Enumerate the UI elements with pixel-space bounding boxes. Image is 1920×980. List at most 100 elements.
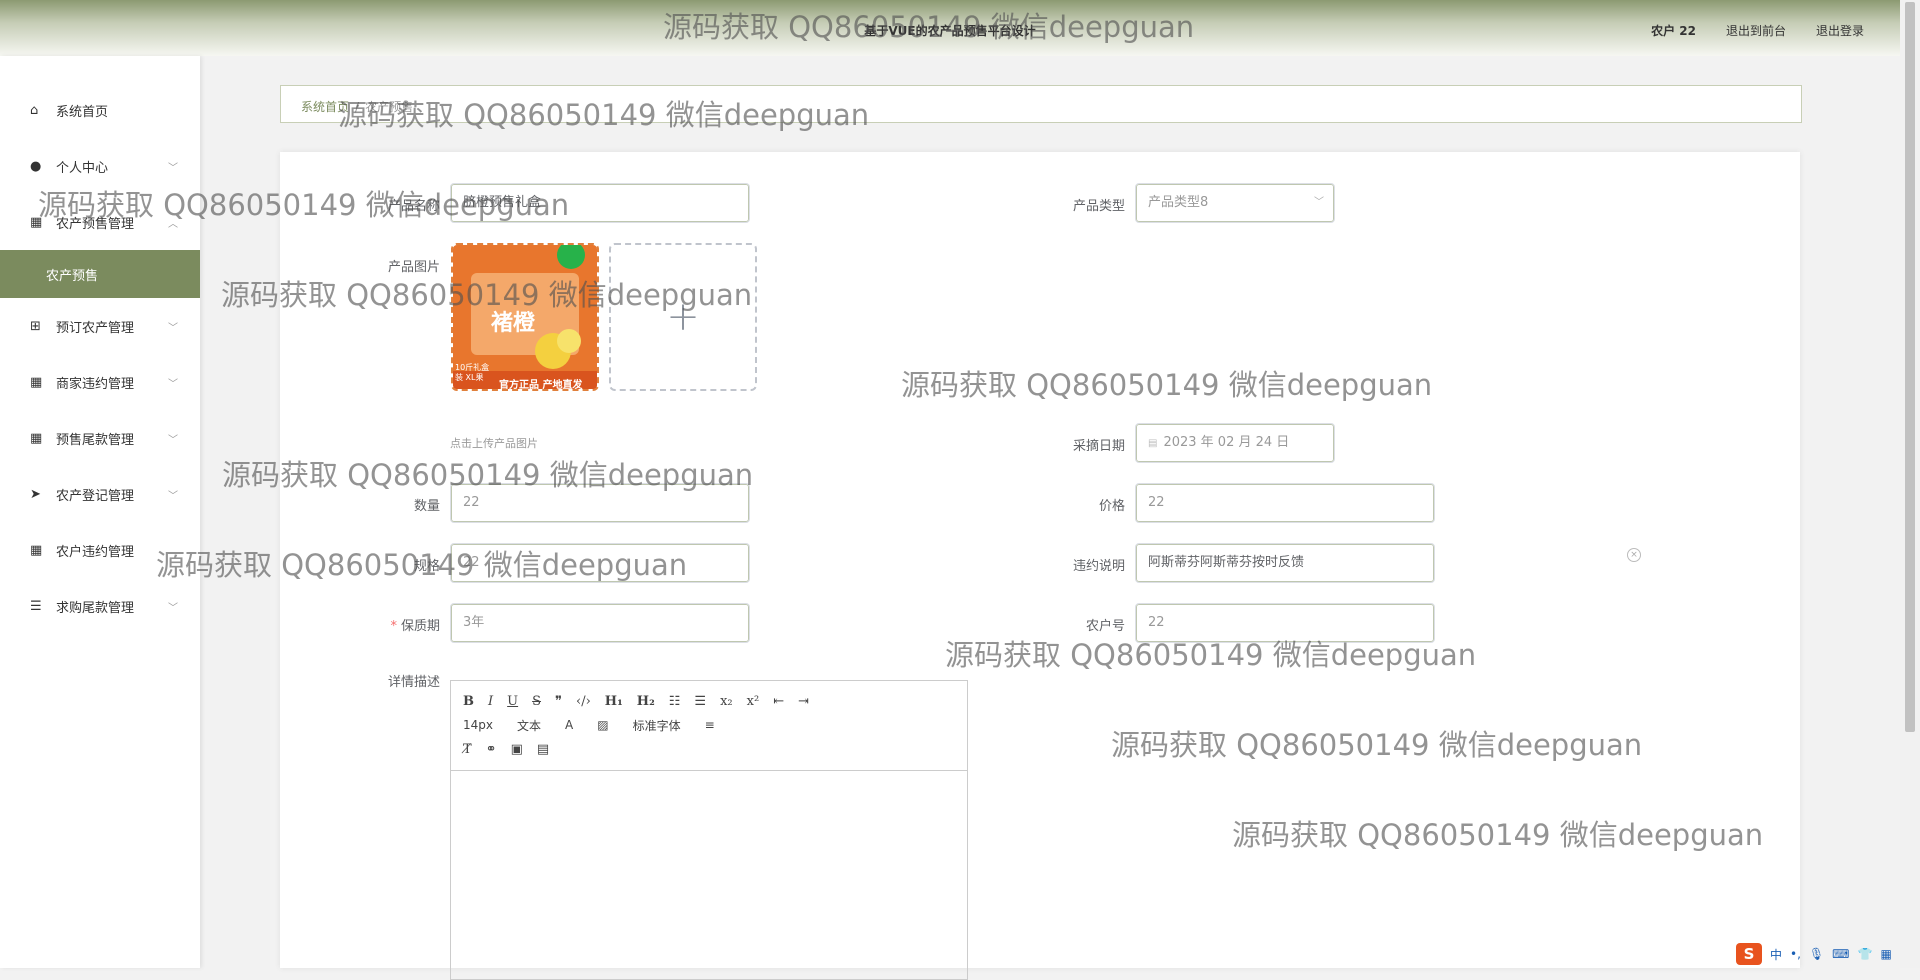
sidebar-item-personal-center[interactable]: ● 个人中心 ﹀ bbox=[0, 138, 200, 194]
breadcrumb-home[interactable]: 系统首页 bbox=[301, 100, 349, 114]
chevron-down-icon: ﹀ bbox=[1314, 197, 1324, 208]
strike-button[interactable]: S bbox=[532, 694, 541, 709]
product-name-input[interactable]: 脐橙预售礼盒 bbox=[450, 183, 750, 223]
text-format-select[interactable]: 文本 bbox=[517, 717, 541, 734]
send-icon: ➤ bbox=[30, 486, 41, 502]
sidebar-item-reservation-management[interactable]: ⊞ 预订农产管理 ﹀ bbox=[0, 298, 200, 354]
clear-format-icon[interactable]: T̸ bbox=[463, 742, 472, 757]
farmer-no-input[interactable]: 22 bbox=[1135, 603, 1435, 643]
breach-note-input[interactable]: 阿斯蒂芬阿斯蒂芬按时反馈 bbox=[1135, 543, 1435, 583]
product-image-title: 褚橙 bbox=[491, 311, 536, 336]
keyboard-icon[interactable]: ⌨ bbox=[1832, 947, 1849, 961]
sidebar-item-presale-management[interactable]: ▦ 农产预售管理 ︿ bbox=[0, 194, 200, 250]
sidebar-item-merchant-breach[interactable]: ▦ 商家违约管理 ﹀ bbox=[0, 354, 200, 410]
rich-text-editor: B I U S ❞ ‹/› H₁ H₂ ☷ ☰ x₂ x² ⇤ ⇥ 14px 文… bbox=[450, 680, 968, 980]
plus-icon: + bbox=[666, 294, 700, 340]
italic-button[interactable]: I bbox=[488, 694, 493, 709]
heading1-button[interactable]: H₁ bbox=[605, 694, 623, 709]
chevron-down-icon: ﹀ bbox=[168, 434, 178, 446]
price-label: 价格 bbox=[1098, 499, 1125, 514]
subscript-button[interactable]: x₂ bbox=[720, 694, 733, 709]
heading2-button[interactable]: H₂ bbox=[637, 694, 655, 709]
bold-button[interactable]: B bbox=[463, 694, 474, 709]
product-type-value: 产品类型8 bbox=[1148, 195, 1209, 210]
list-icon: ☰ bbox=[30, 598, 42, 614]
sidebar-item-farmer-breach[interactable]: ▦ 农户违约管理 bbox=[0, 522, 200, 578]
sogou-logo: S bbox=[1736, 943, 1762, 965]
product-image-label: 产品图片 bbox=[387, 260, 440, 275]
background-color-icon[interactable]: ▨ bbox=[597, 718, 608, 732]
clear-input-icon[interactable]: × bbox=[1627, 548, 1641, 562]
upload-hint: 点击上传产品图片 bbox=[450, 437, 538, 450]
upload-add-button[interactable]: + bbox=[609, 243, 757, 391]
product-name-label: 产品名称 bbox=[387, 199, 440, 214]
price-input[interactable]: 22 bbox=[1135, 483, 1435, 523]
link-icon[interactable]: ⚭ bbox=[486, 742, 497, 757]
sidebar-menu: ⌂ 系统首页 ● 个人中心 ﹀ ▦ 农产预售管理 ︿ 农产预售 ⊞ 预订农产管理… bbox=[0, 56, 200, 968]
sidebar-item-purchase-balance[interactable]: ☰ 求购尾款管理 ﹀ bbox=[0, 578, 200, 634]
font-family-select[interactable]: 标准字体 bbox=[633, 717, 681, 734]
grid-icon: ▦ bbox=[30, 542, 43, 558]
ime-toolbar[interactable]: S 中 •, 🎙 ⌨ 👕 ▦ bbox=[1736, 943, 1892, 965]
ime-language[interactable]: 中 bbox=[1770, 946, 1782, 963]
punctuation-icon[interactable]: •, bbox=[1790, 947, 1801, 961]
quantity-label: 数量 bbox=[413, 499, 440, 514]
shelf-life-label-text: 保质期 bbox=[400, 619, 440, 634]
sidebar-item-home[interactable]: ⌂ 系统首页 bbox=[0, 82, 200, 138]
toolbox-icon[interactable]: ▦ bbox=[1880, 947, 1891, 961]
editor-content-area[interactable] bbox=[451, 771, 967, 979]
superscript-button[interactable]: x² bbox=[747, 694, 760, 709]
product-type-label: 产品类型 bbox=[1072, 199, 1125, 214]
chevron-up-icon: ︿ bbox=[168, 218, 178, 230]
page-scrollbar[interactable] bbox=[1900, 0, 1920, 968]
blockquote-button[interactable]: ❞ bbox=[555, 694, 562, 709]
quantity-input[interactable]: 22 bbox=[450, 483, 750, 523]
indent-icon[interactable]: ⇥ bbox=[798, 694, 809, 709]
header-nav: 农户 22 退出到前台 退出登录 bbox=[1651, 22, 1864, 39]
shelf-life-input[interactable]: 3年 bbox=[450, 603, 750, 643]
pick-date-picker[interactable]: ▤ 2023 年 02 月 24 日 bbox=[1135, 423, 1335, 463]
logout-link[interactable]: 退出登录 bbox=[1816, 22, 1864, 39]
home-icon: ⌂ bbox=[30, 102, 39, 118]
outdent-icon[interactable]: ⇤ bbox=[773, 694, 784, 709]
product-image-badge: 官方正品 产地直发 bbox=[499, 380, 583, 391]
microphone-icon[interactable]: 🎙 bbox=[1809, 947, 1824, 961]
font-color-icon[interactable]: A bbox=[565, 718, 573, 732]
skin-icon[interactable]: 👕 bbox=[1857, 947, 1872, 961]
product-image-thumbnail[interactable]: 褚橙 10斤礼盒装 XL果 官方正品 产地直发 bbox=[451, 243, 599, 391]
grid-icon: ▦ bbox=[30, 374, 43, 390]
font-size-select[interactable]: 14px bbox=[463, 718, 493, 732]
presale-form: 产品名称 脐橙预售礼盒 产品类型 产品类型8 ﹀ 产品图片 褚橙 10斤礼盒装 … bbox=[280, 152, 1800, 980]
back-to-front-link[interactable]: 退出到前台 bbox=[1726, 22, 1786, 39]
breach-note-label: 违约说明 bbox=[1072, 559, 1125, 574]
product-type-select[interactable]: 产品类型8 ﹀ bbox=[1135, 183, 1335, 223]
sidebar-item-presale-balance[interactable]: ▦ 预售尾款管理 ﹀ bbox=[0, 410, 200, 466]
user-icon: ● bbox=[30, 158, 42, 174]
top-header: 基于VUE的农产品预售平台设计 农户 22 退出到前台 退出登录 bbox=[0, 0, 1900, 56]
chevron-down-icon: ﹀ bbox=[168, 162, 178, 174]
breadcrumb: 系统首页 / 农产预售 bbox=[280, 85, 1802, 123]
scrollbar-thumb[interactable] bbox=[1905, 2, 1915, 732]
video-icon[interactable]: ▤ bbox=[537, 742, 549, 757]
grid-icon: ▦ bbox=[30, 214, 43, 230]
bullet-list-icon[interactable]: ☰ bbox=[694, 694, 706, 709]
grid-icon: ▦ bbox=[30, 430, 43, 446]
underline-button[interactable]: U bbox=[507, 694, 518, 709]
chevron-down-icon: ﹀ bbox=[168, 490, 178, 502]
spec-input[interactable]: 22 bbox=[450, 543, 750, 583]
sidebar-item-produce-registration[interactable]: ➤ 农产登记管理 ﹀ bbox=[0, 466, 200, 522]
image-icon[interactable]: ▣ bbox=[511, 742, 523, 757]
ordered-list-icon[interactable]: ☷ bbox=[669, 694, 681, 709]
chevron-down-icon: ﹀ bbox=[168, 602, 178, 614]
breadcrumb-separator: / bbox=[355, 100, 360, 114]
current-user: 农户 22 bbox=[1651, 24, 1696, 38]
calendar-icon: ▤ bbox=[1148, 438, 1158, 449]
align-icon[interactable]: ≡ bbox=[705, 718, 715, 732]
code-block-button[interactable]: ‹/› bbox=[576, 694, 591, 709]
apps-icon: ⊞ bbox=[30, 318, 41, 334]
system-title: 基于VUE的农产品预售平台设计 bbox=[864, 24, 1036, 38]
sidebar-item-presale[interactable]: 农产预售 bbox=[0, 250, 200, 298]
shelf-life-label: * 保质期 bbox=[340, 615, 440, 634]
pick-date-label: 采摘日期 bbox=[1072, 439, 1125, 454]
required-mark: * bbox=[390, 619, 397, 634]
